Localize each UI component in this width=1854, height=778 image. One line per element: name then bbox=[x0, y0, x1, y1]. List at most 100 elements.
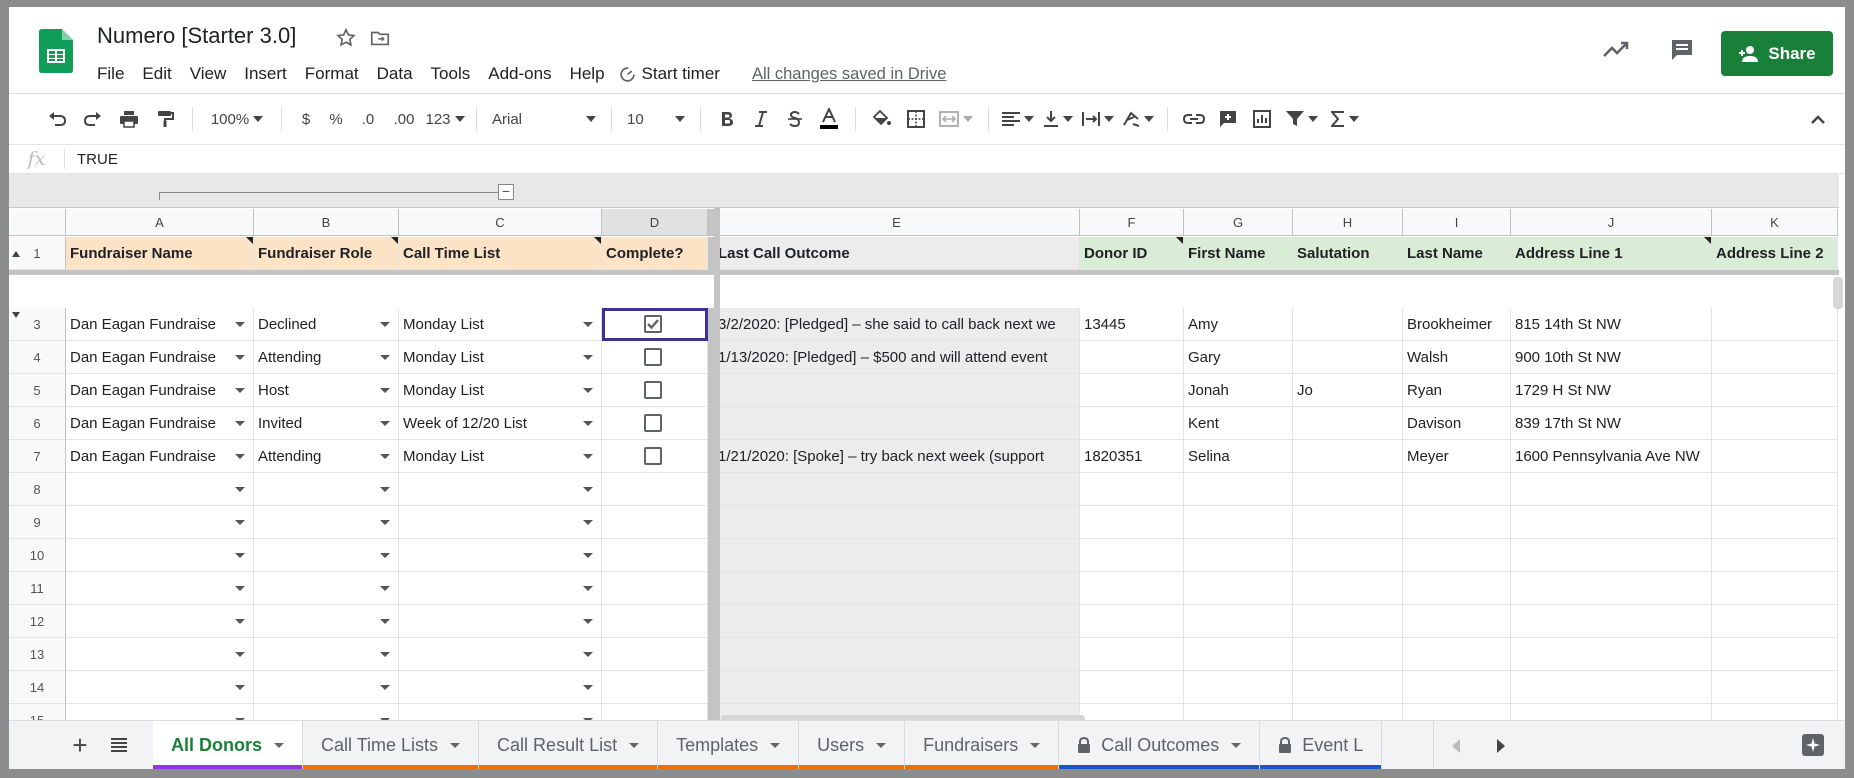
cell-complete[interactable] bbox=[602, 638, 708, 671]
cell-address-line-2[interactable] bbox=[1712, 572, 1838, 605]
cell-fundraiser-name[interactable] bbox=[66, 473, 254, 506]
cell-address-line-1[interactable]: 1600 Pennsylvania Ave NW bbox=[1511, 440, 1712, 473]
caret-down-icon[interactable] bbox=[1030, 742, 1041, 748]
cell-fundraiser-role[interactable] bbox=[254, 671, 399, 704]
text-wrap-button[interactable] bbox=[1078, 104, 1118, 134]
insert-chart-button[interactable] bbox=[1245, 104, 1279, 134]
cell-last-name[interactable] bbox=[1403, 572, 1511, 605]
cell-donor-id[interactable] bbox=[1080, 539, 1184, 572]
cell-call-time-list[interactable] bbox=[399, 473, 602, 506]
cell-address-line-1[interactable] bbox=[1511, 605, 1712, 638]
caret-down-icon[interactable] bbox=[450, 742, 461, 748]
dropdown-arrow-icon[interactable] bbox=[380, 355, 390, 360]
cell-salutation[interactable] bbox=[1293, 605, 1403, 638]
cell-salutation[interactable] bbox=[1293, 407, 1403, 440]
column-header-h[interactable]: H bbox=[1293, 209, 1403, 236]
cell-first-name[interactable] bbox=[1184, 473, 1293, 506]
redo-button[interactable] bbox=[75, 104, 111, 134]
menu-view[interactable]: View bbox=[190, 64, 227, 84]
collapse-toolbar-button[interactable] bbox=[1811, 104, 1825, 134]
move-folder-icon[interactable] bbox=[369, 27, 391, 49]
cell-last-name[interactable]: Brookheimer bbox=[1403, 308, 1511, 341]
cell-address-line-1[interactable]: 815 14th St NW bbox=[1511, 308, 1712, 341]
dropdown-arrow-icon[interactable] bbox=[380, 520, 390, 525]
insert-comment-button[interactable] bbox=[1211, 104, 1245, 134]
star-icon[interactable] bbox=[335, 27, 357, 49]
formula-bar[interactable]: fx TRUE bbox=[9, 144, 1845, 174]
cell-fundraiser-role[interactable]: Attending bbox=[254, 341, 399, 374]
scroll-tabs-left-icon[interactable] bbox=[1451, 738, 1461, 753]
zoom-select[interactable]: 100% bbox=[202, 104, 272, 134]
scroll-tabs-right-icon[interactable] bbox=[1496, 738, 1506, 753]
row-header[interactable]: 6 bbox=[9, 407, 66, 440]
cell-last-name[interactable]: Meyer bbox=[1403, 440, 1511, 473]
cell-salutation[interactable] bbox=[1293, 704, 1403, 720]
cell-last-name[interactable] bbox=[1403, 539, 1511, 572]
cell-fundraiser-name[interactable] bbox=[66, 572, 254, 605]
dropdown-arrow-icon[interactable] bbox=[235, 553, 245, 558]
cell-complete[interactable] bbox=[602, 572, 708, 605]
caret-down-icon[interactable] bbox=[770, 742, 781, 748]
save-status-link[interactable]: All changes saved in Drive bbox=[752, 65, 946, 84]
cell-first-name[interactable] bbox=[1184, 671, 1293, 704]
cell-first-name[interactable]: Selina bbox=[1184, 440, 1293, 473]
cell-first-name[interactable] bbox=[1184, 539, 1293, 572]
cell-last-name[interactable]: Walsh bbox=[1403, 341, 1511, 374]
dropdown-arrow-icon[interactable] bbox=[380, 685, 390, 690]
functions-button[interactable] bbox=[1325, 104, 1365, 134]
cell-fundraiser-name[interactable]: Dan Eagan Fundraise bbox=[66, 407, 254, 440]
filter-button[interactable] bbox=[1279, 104, 1325, 134]
menu-addons[interactable]: Add-ons bbox=[488, 64, 551, 84]
cell-last-name[interactable] bbox=[1403, 506, 1511, 539]
cell-fundraiser-role[interactable]: Host bbox=[254, 374, 399, 407]
cell-address-line-1[interactable] bbox=[1511, 704, 1712, 720]
text-rotation-button[interactable] bbox=[1118, 104, 1158, 134]
row-header[interactable]: 8 bbox=[9, 473, 66, 506]
dropdown-arrow-icon[interactable] bbox=[235, 355, 245, 360]
cell-last-call-outcome[interactable]: 1/13/2020: [Pledged] – $500 and will att… bbox=[714, 341, 1080, 374]
cell-donor-id[interactable] bbox=[1080, 473, 1184, 506]
caret-down-icon[interactable] bbox=[629, 742, 640, 748]
cell-donor-id[interactable]: 1820351 bbox=[1080, 440, 1184, 473]
cell-fundraiser-name[interactable] bbox=[66, 638, 254, 671]
row-header[interactable]: 7 bbox=[9, 440, 66, 473]
cell-address-line-1[interactable]: 1729 H St NW bbox=[1511, 374, 1712, 407]
menu-data[interactable]: Data bbox=[377, 64, 413, 84]
menu-file[interactable]: File bbox=[97, 64, 124, 84]
cell-salutation[interactable] bbox=[1293, 440, 1403, 473]
cell-fundraiser-name[interactable] bbox=[66, 704, 254, 720]
cell-address-line-2[interactable] bbox=[1712, 341, 1838, 374]
strikethrough-button[interactable] bbox=[778, 104, 812, 134]
menu-format[interactable]: Format bbox=[305, 64, 359, 84]
cell-address-line-2[interactable] bbox=[1712, 704, 1838, 720]
checkbox-checked[interactable] bbox=[644, 315, 662, 333]
cell-donor-id[interactable] bbox=[1080, 638, 1184, 671]
text-color-button[interactable] bbox=[812, 104, 846, 134]
cell-fundraiser-role[interactable] bbox=[254, 473, 399, 506]
cell-salutation[interactable] bbox=[1293, 506, 1403, 539]
cell-complete[interactable] bbox=[602, 341, 708, 374]
cell-call-time-list[interactable] bbox=[399, 704, 602, 720]
bold-button[interactable] bbox=[710, 104, 744, 134]
sheet-tab[interactable]: Users bbox=[799, 721, 906, 769]
cell-address-line-2[interactable] bbox=[1712, 671, 1838, 704]
cell-address-line-1[interactable]: 839 17th St NW bbox=[1511, 407, 1712, 440]
sheet-tab[interactable]: Event L bbox=[1260, 721, 1383, 769]
checkbox[interactable] bbox=[644, 381, 662, 399]
cell-complete[interactable] bbox=[602, 407, 708, 440]
dropdown-arrow-icon[interactable] bbox=[583, 652, 593, 657]
row-header[interactable]: 13 bbox=[9, 638, 66, 671]
dropdown-arrow-icon[interactable] bbox=[583, 355, 593, 360]
sheet-tab[interactable]: Call Time Lists bbox=[303, 721, 480, 769]
cell-address-line-2[interactable] bbox=[1712, 473, 1838, 506]
cell-salutation[interactable] bbox=[1293, 572, 1403, 605]
cell-last-call-outcome[interactable] bbox=[714, 605, 1080, 638]
dropdown-arrow-icon[interactable] bbox=[235, 652, 245, 657]
dropdown-arrow-icon[interactable] bbox=[235, 520, 245, 525]
cell-last-call-outcome[interactable] bbox=[714, 572, 1080, 605]
dropdown-arrow-icon[interactable] bbox=[583, 487, 593, 492]
dropdown-arrow-icon[interactable] bbox=[235, 619, 245, 624]
cell-address-line-2[interactable] bbox=[1712, 374, 1838, 407]
cell-complete[interactable] bbox=[602, 308, 708, 341]
cell-complete[interactable] bbox=[602, 506, 708, 539]
